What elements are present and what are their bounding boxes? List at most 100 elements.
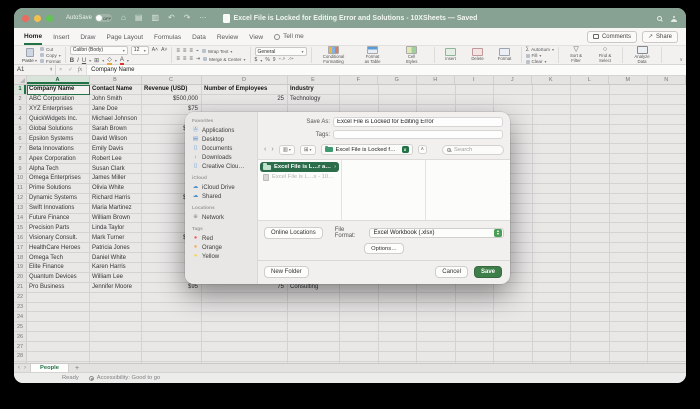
cell-B4[interactable]: Michael Johnson <box>90 114 142 125</box>
cell-H29[interactable] <box>417 361 456 363</box>
cell-H1[interactable] <box>417 85 456 95</box>
cell-K5[interactable] <box>532 124 571 135</box>
close-window-button[interactable] <box>22 14 29 22</box>
search-icon[interactable] <box>657 15 662 21</box>
cell-A26[interactable] <box>27 332 90 343</box>
cell-B22[interactable] <box>90 292 142 303</box>
format-as-table-button[interactable]: Format as Table <box>355 45 391 65</box>
cell-A17[interactable]: HealthCare Heroes <box>27 243 90 254</box>
cell-H23[interactable] <box>417 302 456 313</box>
column-header-j[interactable]: J <box>494 76 532 84</box>
cell-L1[interactable] <box>571 85 610 95</box>
cell-F2[interactable] <box>340 94 379 105</box>
cell-K4[interactable] <box>532 114 571 125</box>
cell-A20[interactable]: Quantum Devices <box>27 272 90 283</box>
cell-N29[interactable] <box>648 361 686 363</box>
decrease-font-icon[interactable]: A˅ <box>161 47 167 53</box>
cell-N15[interactable] <box>648 223 686 234</box>
file-item[interactable]: Excel File is L…s - 10XSheets <box>260 172 339 182</box>
cell-N10[interactable] <box>648 174 686 184</box>
cell-L16[interactable] <box>571 233 610 244</box>
increase-font-icon[interactable]: A˄ <box>152 47 158 53</box>
cell-N5[interactable] <box>648 124 686 135</box>
cell-N24[interactable] <box>648 312 686 323</box>
cell-N14[interactable] <box>648 213 686 224</box>
cell-A14[interactable]: Future Finance <box>27 213 90 224</box>
cell-D29[interactable] <box>202 361 288 363</box>
save-button[interactable]: Save <box>473 266 502 278</box>
cell-K29[interactable] <box>533 361 571 363</box>
cell-K7[interactable] <box>532 144 571 155</box>
confirm-entry-icon[interactable]: ✓ <box>68 67 73 73</box>
row-header-15[interactable]: 15 <box>14 223 27 234</box>
cell-C24[interactable] <box>142 312 202 323</box>
cell-K21[interactable] <box>532 282 571 293</box>
prev-sheet-icon[interactable]: ‹ <box>18 365 20 371</box>
cell-M3[interactable] <box>609 104 648 115</box>
cell-F24[interactable] <box>340 312 379 323</box>
cell-D22[interactable] <box>202 292 288 303</box>
cell-L24[interactable] <box>571 312 610 323</box>
cell-M20[interactable] <box>609 272 648 283</box>
cell-K9[interactable] <box>532 164 571 175</box>
cell-D27[interactable] <box>202 342 288 353</box>
cell-A11[interactable]: Prime Solutions <box>27 183 90 194</box>
cell-H24[interactable] <box>417 312 456 323</box>
row-header-14[interactable]: 14 <box>14 213 27 224</box>
cell-M21[interactable] <box>609 282 648 293</box>
row-header-26[interactable]: 26 <box>14 332 27 343</box>
cell-G27[interactable] <box>378 342 417 353</box>
cell-K28[interactable] <box>532 352 571 362</box>
bold-button[interactable]: B <box>70 58 74 64</box>
cell-B14[interactable]: William Brown <box>90 213 142 224</box>
cell-B18[interactable]: Daniel White <box>90 253 142 264</box>
cell-E22[interactable] <box>288 292 340 303</box>
align-left-icon[interactable]: ≡ <box>176 56 180 62</box>
cell-N1[interactable] <box>648 85 686 95</box>
cell-G24[interactable] <box>378 312 417 323</box>
cell-A1[interactable]: Company Name <box>27 85 90 95</box>
column-header-h[interactable]: H <box>417 76 455 84</box>
cell-I1[interactable] <box>455 85 494 95</box>
cell-B20[interactable]: William Lee <box>90 272 142 283</box>
column-header-i[interactable]: I <box>455 76 494 84</box>
minimize-window-button[interactable] <box>34 14 41 22</box>
cell-N4[interactable] <box>648 114 686 125</box>
cell-B21[interactable]: Jennifer Moore <box>90 282 142 293</box>
paste-button[interactable]: Paste ▾ <box>22 47 37 63</box>
comma-format-icon[interactable]: 9 <box>273 58 276 63</box>
cell-G21[interactable] <box>378 282 417 293</box>
cell-M29[interactable] <box>610 361 648 363</box>
collapse-ribbon-icon[interactable]: ∨ <box>679 57 683 63</box>
cell-L26[interactable] <box>571 332 610 343</box>
cell-B11[interactable]: Olivia White <box>90 183 142 194</box>
save-as-icon[interactable]: ▥ <box>151 14 159 22</box>
cell-N26[interactable] <box>648 332 686 343</box>
cell-H25[interactable] <box>417 322 456 333</box>
row-header-28[interactable]: 28 <box>14 352 27 362</box>
cell-B23[interactable] <box>90 302 142 313</box>
cell-G2[interactable] <box>378 94 417 105</box>
cell-styles-button[interactable]: Cell Styles <box>394 45 430 65</box>
cell-N18[interactable] <box>648 253 686 264</box>
cell-H28[interactable] <box>417 352 456 362</box>
file-item[interactable]: Excel File is L…r and Solutions› <box>260 162 339 172</box>
cell-H22[interactable] <box>417 292 456 303</box>
row-header-1[interactable]: 1 <box>14 85 27 95</box>
column-header-f[interactable]: F <box>340 76 378 84</box>
tab-home[interactable]: Home <box>24 29 43 45</box>
wrap-text-button[interactable]: Wrap Text ▾ <box>201 49 232 54</box>
home-icon[interactable]: ⌂ <box>121 14 126 22</box>
cell-L4[interactable] <box>571 114 610 125</box>
account-icon[interactable] <box>671 15 677 22</box>
cell-F27[interactable] <box>340 342 379 353</box>
current-folder-dropdown[interactable]: Excel File is Locked for E… x <box>320 144 413 155</box>
cell-A13[interactable]: Swift Innovations <box>27 203 90 214</box>
cell-B9[interactable]: Susan Clark <box>90 164 142 175</box>
cell-I2[interactable] <box>455 94 494 105</box>
cell-H2[interactable] <box>417 94 456 105</box>
cell-L9[interactable] <box>571 164 610 175</box>
cell-K1[interactable] <box>532 85 571 95</box>
cell-M6[interactable] <box>609 134 648 145</box>
cell-B25[interactable] <box>90 322 142 333</box>
